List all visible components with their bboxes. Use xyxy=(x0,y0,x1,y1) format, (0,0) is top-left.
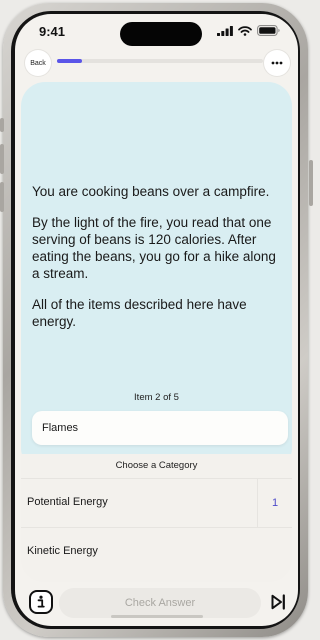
skip-button[interactable] xyxy=(266,590,290,614)
status-time: 9:41 xyxy=(39,24,66,39)
home-indicator xyxy=(111,615,203,618)
app-screen: 9:41 Back You are cooking beans over a c… xyxy=(15,14,298,626)
signal-icon xyxy=(217,25,233,36)
scenario-paragraph: You are cooking beans over a campfire. xyxy=(32,184,270,199)
top-bar: Back xyxy=(15,48,298,78)
back-button[interactable]: Back xyxy=(25,50,51,76)
scenario-paragraph: All of the items described here have ene… xyxy=(32,297,247,329)
category-header: Choose a Category xyxy=(21,454,292,479)
dynamic-island xyxy=(120,22,202,46)
progress-fill xyxy=(57,59,82,63)
wifi-icon xyxy=(238,25,252,36)
category-row-potential-energy[interactable]: Potential Energy 1 xyxy=(21,479,292,528)
progress-bar xyxy=(57,59,263,63)
check-answer-button[interactable]: Check Answer xyxy=(59,588,261,618)
scenario-card: You are cooking beans over a campfire. B… xyxy=(21,82,292,472)
silent-switch xyxy=(0,118,4,132)
info-icon xyxy=(37,595,45,608)
draggable-item-card[interactable]: Flames xyxy=(32,411,288,445)
info-button[interactable] xyxy=(29,590,53,614)
status-icons xyxy=(217,25,280,36)
power-button xyxy=(309,160,313,206)
more-horizontal-icon xyxy=(271,61,283,65)
category-row-kinetic-energy[interactable]: Kinetic Energy xyxy=(21,528,292,576)
volume-up-button xyxy=(0,144,4,174)
category-panel: Choose a Category Potential Energy 1 Kin… xyxy=(21,454,292,582)
category-label: Potential Energy xyxy=(27,496,108,508)
scenario-paragraph: By the light of the fire, you read that … xyxy=(32,215,276,281)
item-label: Flames xyxy=(42,422,79,434)
category-count: 1 xyxy=(257,479,292,527)
volume-down-button xyxy=(0,182,4,212)
skip-forward-icon xyxy=(271,594,285,610)
battery-icon xyxy=(257,25,280,36)
item-counter: Item 2 of 5 xyxy=(134,392,179,403)
more-button[interactable] xyxy=(264,50,290,76)
scenario-text: You are cooking beans over a campfire. B… xyxy=(32,183,286,344)
category-label: Kinetic Energy xyxy=(27,545,98,557)
status-bar: 9:41 xyxy=(15,14,298,50)
